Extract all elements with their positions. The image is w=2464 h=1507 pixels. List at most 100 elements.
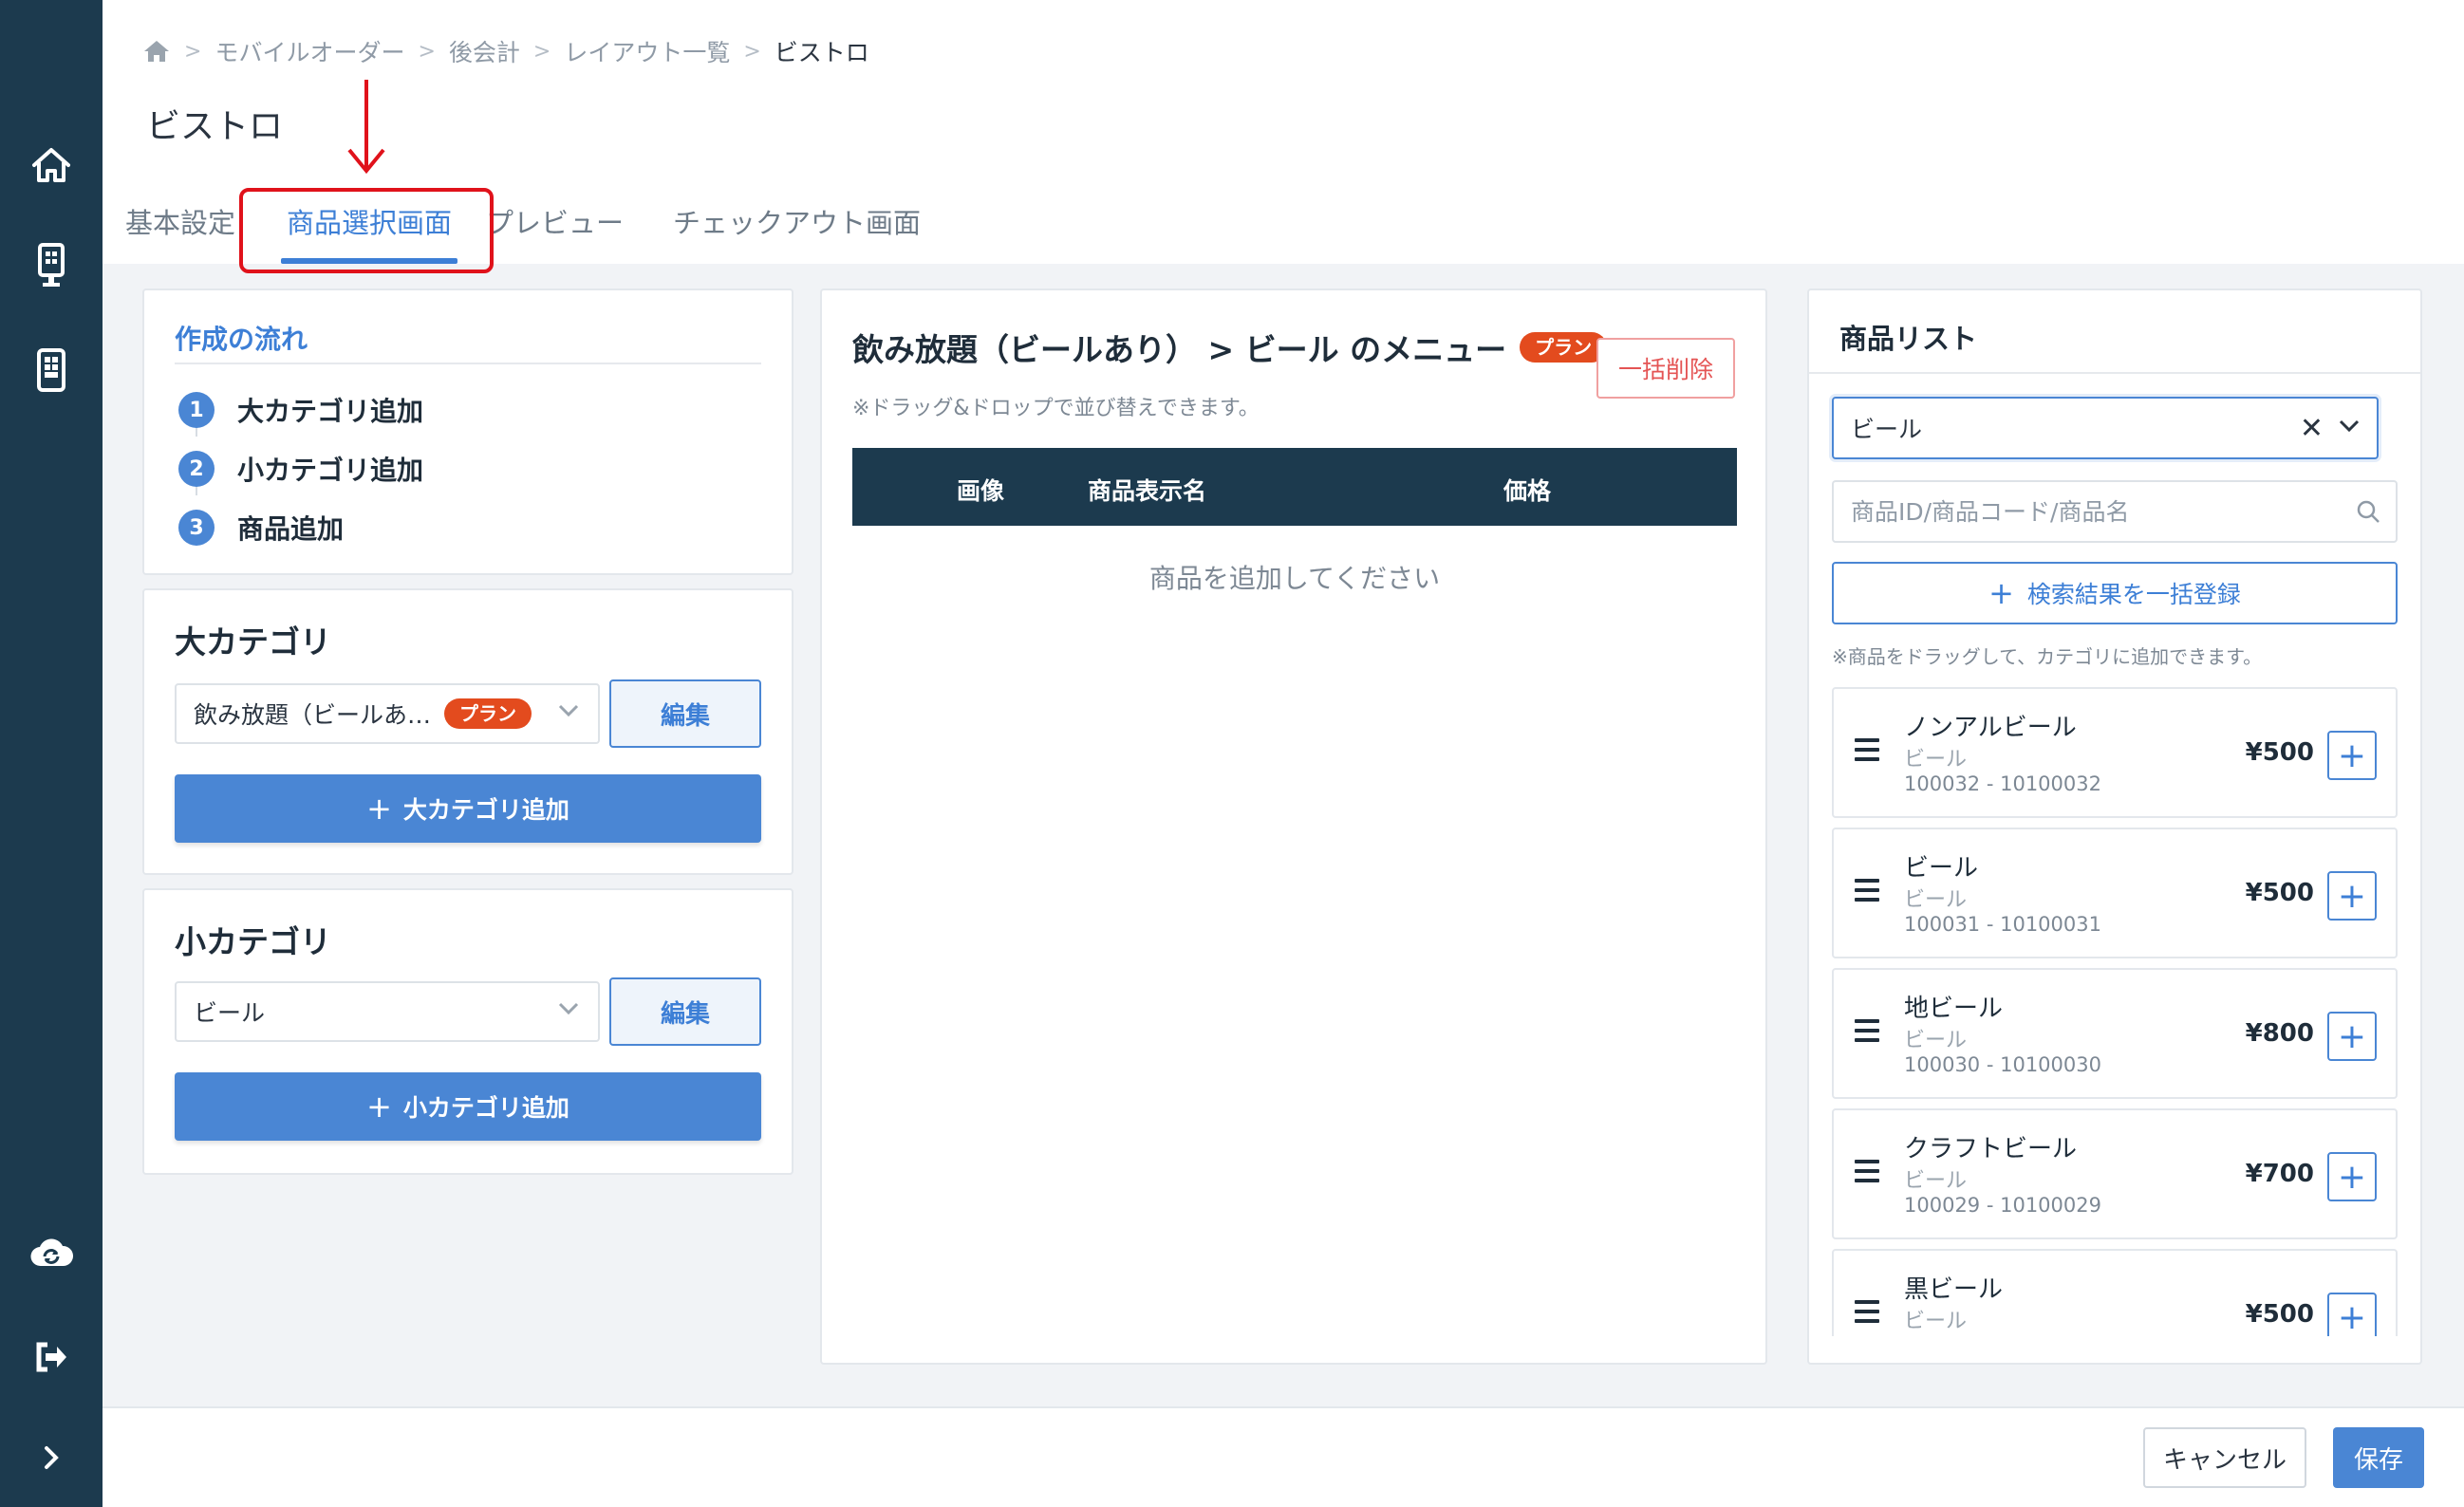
drag-handle-icon[interactable]: [1855, 1019, 1879, 1048]
tablet-icon[interactable]: [28, 347, 74, 393]
product-category: ビール: [1904, 1029, 1968, 1052]
select-value: ビール: [1851, 416, 1923, 443]
menu-table-header: 画像 商品表示名 価格: [852, 448, 1737, 526]
plan-badge: プラン: [444, 698, 532, 729]
add-product-button[interactable]: +: [2327, 1012, 2377, 1061]
product-list-item[interactable]: 黒ビール ビール ¥500 +: [1832, 1249, 2398, 1336]
plus-icon: +: [366, 791, 392, 827]
product-name: 黒ビール: [1904, 1275, 2004, 1304]
add-minor-category-button[interactable]: + 小カテゴリ追加: [175, 1072, 761, 1141]
cancel-button[interactable]: キャンセル: [2143, 1427, 2306, 1488]
flow-step: 3 商品追加: [178, 509, 344, 547]
product-list-item[interactable]: ノンアルビール ビール 100032 - 10100032 ¥500 +: [1832, 687, 2398, 818]
minor-category-panel: 小カテゴリ ビール 編集 + 小カテゴリ追加: [142, 888, 793, 1175]
product-category: ビール: [1904, 1310, 1968, 1333]
add-product-button[interactable]: +: [2327, 1152, 2377, 1201]
product-name: 地ビール: [1904, 995, 2004, 1023]
cloud-sync-icon[interactable]: [28, 1230, 74, 1275]
product-list: ノンアルビール ビール 100032 - 10100032 ¥500 + ビール…: [1832, 687, 2398, 1336]
product-code: 100031 - 10100031: [1904, 913, 2101, 936]
drag-handle-icon[interactable]: [1855, 738, 1879, 767]
breadcrumb-separator: >: [184, 39, 202, 64]
breadcrumb: > モバイルオーダー > 後会計 > レイアウト一覧 > ビストロ: [142, 34, 869, 68]
product-list-item[interactable]: ビール ビール 100031 - 10100031 ¥500 +: [1832, 828, 2398, 958]
product-search-input[interactable]: [1832, 480, 2398, 543]
divider: [175, 363, 761, 364]
flow-step: 1 大カテゴリ追加: [178, 391, 423, 429]
breadcrumb-current: ビストロ: [774, 39, 869, 66]
plus-icon: +: [1988, 575, 2014, 611]
divider: [1809, 372, 2420, 374]
product-list-item[interactable]: 地ビール ビール 100030 - 10100030 ¥800 +: [1832, 968, 2398, 1099]
search-icon[interactable]: [2356, 499, 2380, 524]
chevron-down-icon: [558, 704, 579, 717]
breadcrumb-item[interactable]: 後会計: [449, 34, 520, 68]
drag-handle-icon[interactable]: [1855, 879, 1879, 907]
step-number: 1: [178, 392, 215, 428]
minor-category-select[interactable]: ビール: [175, 981, 600, 1042]
category-filter-select[interactable]: ビール ✕: [1832, 397, 2379, 459]
flow-panel: 作成の流れ 1 大カテゴリ追加 2 小カテゴリ追加 3 商品追加: [142, 288, 793, 575]
flow-step: 2 小カテゴリ追加: [178, 450, 423, 488]
add-product-button[interactable]: +: [2327, 871, 2377, 921]
add-product-button[interactable]: +: [2327, 731, 2377, 780]
breadcrumb-home-icon[interactable]: [142, 39, 171, 64]
product-code: 100029 - 10100029: [1904, 1194, 2101, 1217]
save-button[interactable]: 保存: [2333, 1427, 2424, 1488]
major-category-select[interactable]: 飲み放題（ビールあ… プラン: [175, 683, 600, 744]
menu-title: 飲み放題（ビールあり） > ビール のメニュー プラン: [852, 325, 1608, 370]
chevron-down-icon: [558, 1002, 579, 1015]
empty-message: 商品を追加してください: [1148, 563, 1441, 594]
edit-minor-category-button[interactable]: 編集: [609, 977, 761, 1046]
footer-bar: [103, 1406, 2464, 1507]
major-category-title: 大カテゴリ: [175, 623, 331, 660]
product-list-note: ※商品をドラッグして、カテゴリに追加できます。: [1832, 645, 2263, 668]
clear-icon[interactable]: ✕: [2300, 412, 2324, 445]
product-name: クラフトビール: [1904, 1135, 2078, 1163]
plan-badge: プラン: [1520, 332, 1608, 363]
bulk-register-button[interactable]: + 検索結果を一括登録: [1832, 562, 2398, 624]
minor-category-title: 小カテゴリ: [175, 923, 331, 960]
edit-major-category-button[interactable]: 編集: [609, 679, 761, 748]
product-name: ビール: [1904, 854, 1979, 883]
column-header-image: 画像: [957, 477, 1005, 505]
product-list-title: 商品リスト: [1839, 323, 1978, 355]
button-label: 大カテゴリ追加: [402, 796, 569, 824]
button-label: 小カテゴリ追加: [402, 1094, 569, 1122]
select-value: 飲み放題（ビールあ…: [194, 701, 432, 729]
product-category: ビール: [1904, 888, 1968, 912]
step-number: 3: [178, 510, 215, 546]
product-price: ¥500: [2245, 738, 2314, 767]
add-product-button[interactable]: +: [2327, 1293, 2377, 1336]
add-major-category-button[interactable]: + 大カテゴリ追加: [175, 774, 761, 843]
product-price: ¥800: [2245, 1019, 2314, 1048]
column-header-name: 商品表示名: [1088, 477, 1207, 505]
drag-handle-icon[interactable]: [1855, 1300, 1879, 1329]
major-category-panel: 大カテゴリ 飲み放題（ビールあ… プラン 編集 + 大カテゴリ追加: [142, 588, 793, 875]
breadcrumb-item[interactable]: モバイルオーダー: [215, 34, 404, 68]
chevron-down-icon[interactable]: [2339, 419, 2360, 433]
kiosk-icon[interactable]: [28, 243, 74, 288]
home-icon[interactable]: [28, 142, 74, 188]
tab-basic-settings[interactable]: 基本設定: [125, 190, 235, 264]
product-list-item[interactable]: クラフトビール ビール 100029 - 10100029 ¥700 +: [1832, 1108, 2398, 1239]
page-title: ビストロ: [146, 107, 284, 146]
step-label: 商品追加: [237, 513, 345, 545]
logout-icon[interactable]: [28, 1334, 74, 1380]
bulk-delete-button[interactable]: 一括削除: [1596, 338, 1735, 399]
tab-preview[interactable]: プレビュー: [486, 190, 624, 264]
breadcrumb-item[interactable]: レイアウト一覧: [564, 34, 730, 68]
chevron-right-icon[interactable]: [28, 1435, 74, 1480]
step-label: 大カテゴリ追加: [237, 396, 424, 427]
step-label: 小カテゴリ追加: [237, 455, 424, 486]
product-category: ビール: [1904, 748, 1968, 772]
product-code: 100030 - 10100030: [1904, 1053, 2101, 1076]
plus-icon: +: [366, 1088, 392, 1125]
annotation-arrow-icon: [347, 80, 385, 175]
tab-checkout[interactable]: チェックアウト画面: [673, 190, 921, 264]
product-price: ¥700: [2245, 1160, 2314, 1188]
drag-handle-icon[interactable]: [1855, 1160, 1879, 1188]
annotation-highlight: [239, 188, 494, 273]
step-number: 2: [178, 451, 215, 487]
product-list-panel: 商品リスト ビール ✕ + 検索結果を一括登録 ※商品をドラッグして、カテゴリに…: [1807, 288, 2422, 1365]
